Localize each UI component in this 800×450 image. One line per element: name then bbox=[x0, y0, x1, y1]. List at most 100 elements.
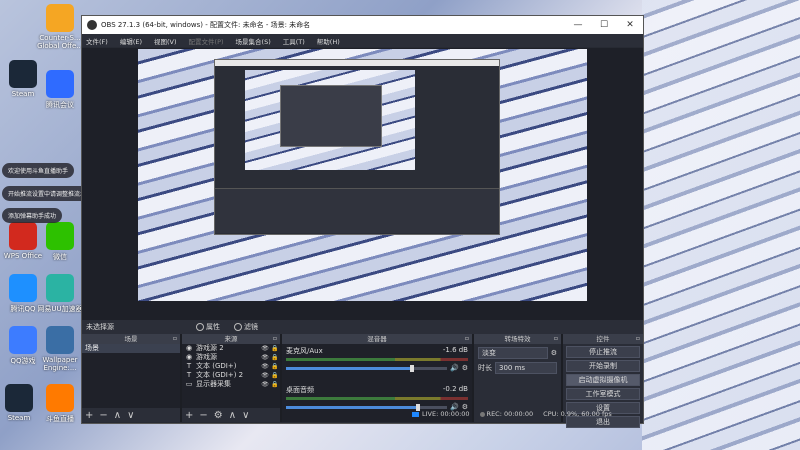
lock-icon[interactable]: 🔒 bbox=[270, 344, 280, 353]
source-row[interactable]: ◉ 游戏源 👁 🔒 bbox=[182, 353, 280, 362]
meeting-icon bbox=[46, 70, 74, 98]
dock-float-icon[interactable]: ▫ bbox=[465, 334, 469, 344]
obs-logo-icon bbox=[87, 20, 97, 30]
audio-meter bbox=[286, 397, 468, 400]
close-button[interactable]: ✕ bbox=[617, 20, 643, 30]
source-row[interactable]: T 文本 (GDI+) 👁 🔒 bbox=[182, 362, 280, 371]
remove-icon[interactable]: − bbox=[99, 410, 107, 421]
game-capture-icon: ◉ bbox=[185, 353, 193, 361]
menu-help[interactable]: 帮助(H) bbox=[317, 36, 340, 46]
visibility-eye-icon[interactable]: 👁 bbox=[260, 380, 270, 389]
visibility-eye-icon[interactable]: 👁 bbox=[260, 344, 270, 353]
scene-item[interactable]: 场景 bbox=[82, 344, 180, 353]
controls-dock: 控件 ▫ 停止推流 开始录制 启动虚拟摄像机 工作室模式 设置 退出 bbox=[563, 334, 643, 428]
move-down-icon[interactable]: ∨ bbox=[127, 410, 134, 421]
studio-mode-button[interactable]: 工作室模式 bbox=[566, 388, 640, 400]
preview-canvas[interactable] bbox=[138, 49, 587, 301]
window-title: OBS 27.1.3 (64-bit, windows) - 配置文件: 未命名… bbox=[101, 21, 311, 29]
source-toolbar: 未选择源 属性 滤镜 bbox=[82, 320, 643, 334]
transitions-dock: 转场特效 ▫ 淡变 ⚙ 时长 300 ms bbox=[474, 334, 563, 422]
visibility-eye-icon[interactable]: 👁 bbox=[260, 362, 270, 371]
lock-icon[interactable]: 🔒 bbox=[270, 353, 280, 362]
filters-button[interactable]: 滤镜 bbox=[230, 322, 262, 332]
dock-float-icon[interactable]: ▫ bbox=[273, 334, 277, 344]
desktop-icon-wallpaper-engine[interactable]: Wallpaper Engine:... bbox=[33, 326, 87, 372]
lock-icon[interactable]: 🔒 bbox=[270, 362, 280, 371]
menu-profile[interactable]: 配置文件(P) bbox=[189, 36, 224, 46]
docks-row: 场景 ▫ 场景 + − ∧ ∨ 来源 ▫ ◉ 游戏源 2 👁 🔒 ◉ 游戏源 👁… bbox=[82, 334, 643, 428]
maximize-button[interactable]: ☐ bbox=[591, 20, 617, 30]
stop-streaming-button[interactable]: 停止推流 bbox=[566, 346, 640, 358]
sources-list: ◉ 游戏源 2 👁 🔒 ◉ 游戏源 👁 🔒 T 文本 (GDI+) 👁 🔒 T … bbox=[182, 344, 280, 408]
cpu-status: CPU: 0.9%, 60.00 fps bbox=[543, 410, 612, 418]
track-db: -1.6 dB bbox=[442, 346, 468, 354]
audio-meter bbox=[286, 358, 468, 361]
start-virtual-camera-button[interactable]: 启动虚拟摄像机 bbox=[566, 374, 640, 386]
properties-button[interactable]: 属性 bbox=[192, 322, 224, 332]
menu-bar: 文件(F) 编辑(E) 视图(V) 配置文件(P) 场景集合(S) 工具(T) … bbox=[82, 34, 643, 47]
status-bar: LIVE: 00:00:00 REC: 00:00:00 CPU: 0.9%, … bbox=[412, 410, 612, 418]
gear-icon[interactable]: ⚙ bbox=[214, 410, 223, 421]
duration-input[interactable]: 300 ms bbox=[495, 362, 557, 374]
desktop-icon-douyu[interactable]: 斗鱼直播 bbox=[33, 384, 87, 424]
obs-window: OBS 27.1.3 (64-bit, windows) - 配置文件: 未命名… bbox=[81, 15, 644, 428]
track-name: 桌面音频 bbox=[286, 386, 314, 394]
gear-icon[interactable]: ⚙ bbox=[462, 364, 468, 372]
text-source-icon: T bbox=[186, 362, 192, 370]
dock-float-icon[interactable]: ▫ bbox=[636, 334, 640, 344]
volume-slider[interactable] bbox=[286, 403, 447, 411]
move-up-icon[interactable]: ∧ bbox=[229, 410, 236, 421]
speaker-icon[interactable]: 🔊 bbox=[450, 364, 459, 372]
dock-float-icon[interactable]: ▫ bbox=[173, 334, 177, 344]
steam-icon bbox=[5, 384, 33, 412]
dock-float-icon[interactable]: ▫ bbox=[554, 334, 558, 344]
mixer-track: 麦克风/Aux -1.6 dB 🔊 ⚙ bbox=[282, 344, 472, 375]
controls-dock-header: 控件 ▫ bbox=[563, 334, 643, 344]
title-bar[interactable]: OBS 27.1.3 (64-bit, windows) - 配置文件: 未命名… bbox=[82, 16, 643, 34]
desktop-icon-uu[interactable]: 网易UU加速器 bbox=[33, 274, 87, 314]
lock-icon[interactable]: 🔒 bbox=[270, 371, 280, 380]
move-down-icon[interactable]: ∨ bbox=[242, 410, 249, 421]
gear-icon bbox=[196, 323, 204, 331]
source-row[interactable]: ◉ 游戏源 2 👁 🔒 bbox=[182, 344, 280, 353]
desktop-icon-meeting[interactable]: 腾讯会议 bbox=[33, 70, 87, 110]
csgo-icon bbox=[46, 4, 74, 32]
move-up-icon[interactable]: ∧ bbox=[114, 410, 121, 421]
visibility-eye-icon[interactable]: 👁 bbox=[260, 371, 270, 380]
desktop-icon-csgo[interactable]: Counter-S... Global Offe... bbox=[33, 4, 87, 50]
source-row[interactable]: T 文本 (GDI+) 2 👁 🔒 bbox=[182, 371, 280, 380]
notification-1[interactable]: 欢迎使用斗鱼直播助手 bbox=[2, 163, 75, 178]
game-capture-icon: ◉ bbox=[185, 344, 193, 352]
volume-slider[interactable] bbox=[286, 364, 447, 372]
transition-type-select[interactable]: 淡变 bbox=[478, 347, 548, 359]
minimize-button[interactable]: — bbox=[565, 20, 591, 30]
nested-obs-capture bbox=[214, 59, 500, 235]
transitions-dock-header: 转场特效 ▫ bbox=[474, 334, 561, 344]
start-recording-button[interactable]: 开始录制 bbox=[566, 360, 640, 372]
gear-icon[interactable]: ⚙ bbox=[551, 349, 557, 357]
track-name: 麦克风/Aux bbox=[286, 347, 323, 355]
menu-file[interactable]: 文件(F) bbox=[86, 36, 108, 46]
remove-icon[interactable]: − bbox=[199, 410, 207, 421]
menu-tools[interactable]: 工具(T) bbox=[283, 36, 305, 46]
lock-icon[interactable]: 🔒 bbox=[270, 380, 280, 389]
add-icon[interactable]: + bbox=[185, 410, 193, 421]
wallpaper-art bbox=[642, 0, 800, 450]
menu-scene-collection[interactable]: 场景集合(S) bbox=[236, 36, 271, 46]
desktop-icon-wechat[interactable]: 微信 bbox=[33, 222, 87, 262]
add-icon[interactable]: + bbox=[85, 410, 93, 421]
menu-view[interactable]: 视图(V) bbox=[154, 36, 177, 46]
sources-dock-header: 来源 ▫ bbox=[182, 334, 280, 344]
notification-3[interactable]: 添加弹幕助手成功 bbox=[2, 208, 63, 223]
source-row[interactable]: ▭ 显示器采集 👁 🔒 bbox=[182, 380, 280, 389]
uu-accelerator-icon bbox=[46, 274, 74, 302]
rec-status: REC: 00:00:00 bbox=[479, 410, 533, 418]
menu-edit[interactable]: 编辑(E) bbox=[120, 36, 142, 46]
scenes-footer: + − ∧ ∨ bbox=[82, 408, 180, 422]
scenes-dock: 场景 ▫ 场景 + − ∧ ∨ bbox=[82, 334, 182, 422]
live-status: LIVE: 00:00:00 bbox=[412, 410, 470, 418]
duration-label: 时长 bbox=[478, 364, 492, 372]
preview-area bbox=[82, 48, 643, 320]
visibility-eye-icon[interactable]: 👁 bbox=[260, 353, 270, 362]
douyu-icon bbox=[46, 384, 74, 412]
